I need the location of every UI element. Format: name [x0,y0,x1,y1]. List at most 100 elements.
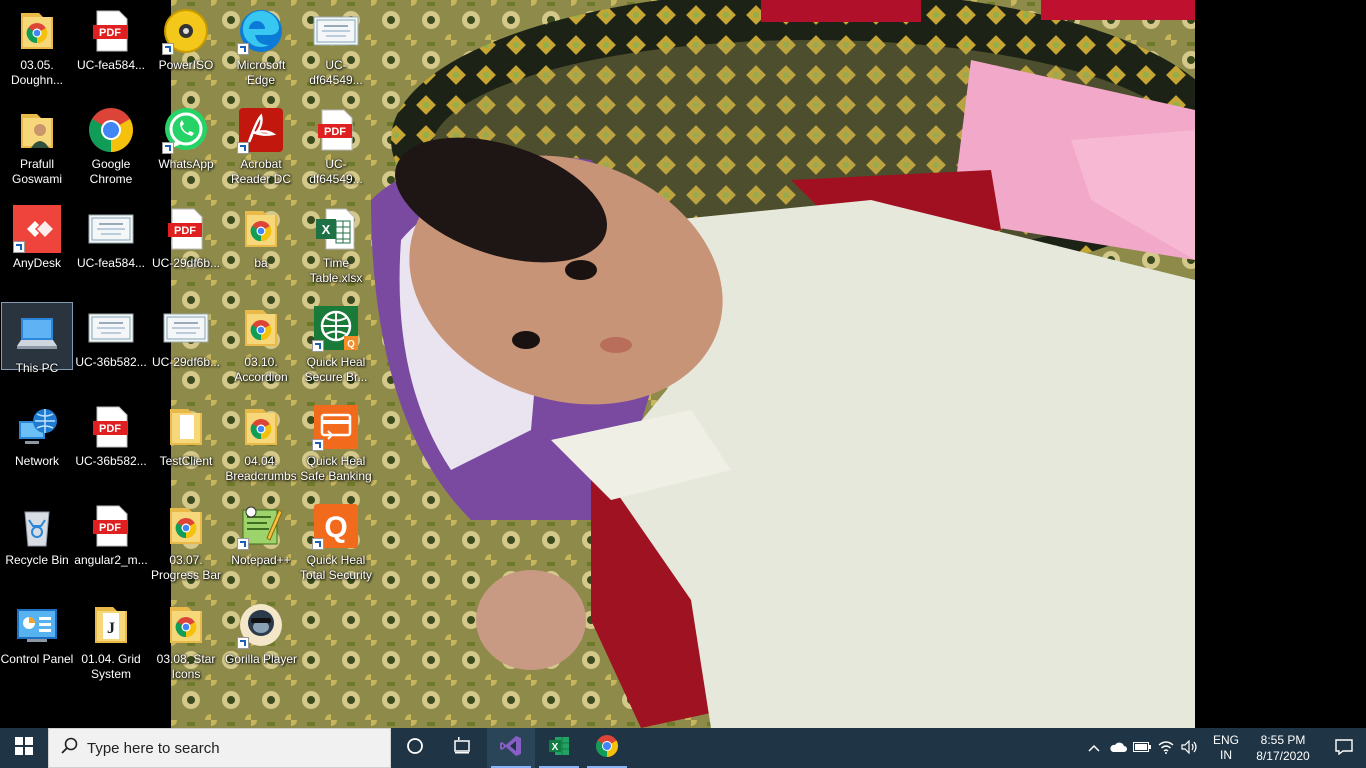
desktop-icon-03-08-star-icons[interactable]: 03.08. Star Icons [149,594,223,686]
desktop-icon-whatsapp[interactable]: WhatsApp [149,99,223,191]
user-folder-icon [13,106,61,154]
chrome-folder-icon [162,601,210,649]
recycle-bin-icon [13,502,61,550]
certificate-icon [87,304,135,352]
desktop-icon-label: angular2_m... [74,553,148,567]
svg-text:PDF: PDF [99,27,121,39]
show-hidden-icons-button[interactable] [1082,728,1106,768]
svg-text:PDF: PDF [99,423,121,435]
pdf-icon: PDF [162,205,210,253]
desktop-icon-quick-heal-secure-browser[interactable]: Q Quick Heal Secure Br... [299,297,373,389]
desktop-icon-label: UC-29df6b... [151,355,221,369]
excel-icon: X [547,734,571,763]
desktop-icon-google-chrome[interactable]: Google Chrome [74,99,148,191]
desktop-icon-control-panel[interactable]: Control Panel [0,594,74,686]
desktop-icon-label: WhatsApp [158,157,214,171]
taskbar-search-box[interactable]: Type here to search [48,728,391,768]
desktop-icon-poweriso[interactable]: PowerISO [149,0,223,92]
shortcut-arrow-icon [13,241,25,253]
svg-text:Q: Q [324,511,347,544]
desktop-icon-uc-df64549-cert[interactable]: UC-df64549... [299,0,373,92]
speaker-icon [1181,739,1199,757]
desktop-icon-03-07-progress-bar[interactable]: 03.07. Progress Bar [149,495,223,587]
chrome-icon [595,734,619,763]
desktop-icon-label: Network [14,454,59,468]
svg-text:X: X [552,742,559,753]
desktop-icon-label: Quick Heal Secure Br... [304,355,368,384]
desktop-icon-label: Notepad++ [231,553,291,567]
desktop-icon-notepadpp[interactable]: Notepad++ [224,495,298,587]
acrobat-icon [237,106,285,154]
desktop-icon-label: TestClient [159,454,213,468]
shortcut-arrow-icon [312,439,324,451]
notification-center-button[interactable] [1322,728,1366,768]
desktop-icon-quick-heal-total-security[interactable]: Q Quick Heal Total Security [299,495,373,587]
svg-text:PDF: PDF [324,126,346,138]
network-icon [13,403,61,451]
desktop-icon-label: 03.08. Star Icons [156,652,216,681]
desktop-icon-area: 03.05. Doughn... Prafull Goswami AnyDesk… [0,0,1366,728]
pdf-icon: PDF [87,7,135,55]
svg-text:X: X [322,222,331,237]
desktop-icon-uc-fea584-pdf[interactable]: PDF UC-fea584... [74,0,148,92]
clock-date: 8/17/2020 [1256,749,1310,763]
system-tray: ENG IN 8:55 PM 8/17/2020 [1082,728,1366,768]
desktop-icon-uc-36b582-cert[interactable]: UC-36b582... [74,297,148,389]
desktop-icon-label: 03.07. Progress Bar [150,553,222,582]
taskbar-app-excel[interactable]: X [535,728,583,768]
taskbar-app-chrome[interactable] [583,728,631,768]
svg-text:PDF: PDF [174,225,196,237]
desktop-icon-04-04-breadcrumbs[interactable]: 04.04. Breadcrumbs [224,396,298,488]
desktop-icon-label: Gorilla Player [224,652,298,666]
taskbar-app-visual-studio[interactable] [487,728,535,768]
wifi-button[interactable] [1154,728,1178,768]
desktop-icon-label: ba [254,256,268,270]
desktop-icon-microsoft-edge[interactable]: Microsoft Edge [224,0,298,92]
chrome-folder-icon [162,502,210,550]
desktop-icon-label: 03.10. Accordion [234,355,288,384]
pdf-icon: PDF [312,106,360,154]
volume-button[interactable] [1178,728,1202,768]
desktop-icon-testclient[interactable]: TestClient [149,396,223,488]
desktop-icon-this-pc[interactable]: This PC [1,302,73,375]
desktop-icon-uc-fea584-cert[interactable]: UC-fea584... [74,198,148,290]
cortana-button[interactable] [391,728,439,768]
shortcut-arrow-icon [237,142,249,154]
start-button[interactable] [0,728,48,768]
desktop-icon-label: UC-29df6b... [151,256,221,270]
desktop-icon-uc-29df6b-pdf[interactable]: PDF UC-29df6b... [149,198,223,290]
desktop-icon-label: Prafull Goswami [11,157,62,186]
shortcut-arrow-icon [237,538,249,550]
desktop-icon-gorilla-player[interactable]: Gorilla Player [224,594,298,686]
desktop-icon-label: UC-df64549... [309,157,363,186]
desktop-icon-label: AnyDesk [12,256,62,270]
battery-button[interactable] [1130,728,1154,768]
desktop-icon-quick-heal-safe-banking[interactable]: Quick Heal Safe Banking [299,396,373,488]
language-indicator[interactable]: ENG IN [1208,733,1244,763]
desktop-icon-time-table-xlsx[interactable]: X Time Table.xlsx [299,198,373,290]
clock[interactable]: 8:55 PM 8/17/2020 [1244,732,1322,764]
certificate-icon [87,205,135,253]
desktop-icon-label: Google Chrome [89,157,133,186]
clock-time: 8:55 PM [1260,733,1306,747]
desktop-icon-uc-36b582-pdf[interactable]: PDF UC-36b582... [74,396,148,488]
desktop-icon-recycle-bin[interactable]: Recycle Bin [0,495,74,587]
desktop-icon-acrobat-reader-dc[interactable]: Acrobat Reader DC [224,99,298,191]
search-placeholder: Type here to search [87,739,220,757]
desktop-icon-anydesk[interactable]: AnyDesk [0,198,74,290]
desktop-icon-network[interactable]: Network [0,396,74,488]
task-view-button[interactable] [439,728,487,768]
shortcut-arrow-icon [237,637,249,649]
shortcut-arrow-icon [312,340,324,352]
desktop-icon-03-05-doughnut[interactable]: 03.05. Doughn... [0,0,74,92]
desktop-icon-uc-df64549-pdf[interactable]: PDF UC-df64549... [299,99,373,191]
desktop-icon-03-10-accordion[interactable]: 03.10. Accordion [224,297,298,389]
desktop-icon-ba[interactable]: ba [224,198,298,290]
onedrive-button[interactable] [1106,728,1130,768]
desktop-icon-uc-29df6b-cert[interactable]: UC-29df6b... [149,297,223,389]
desktop-icon-prafull-goswami[interactable]: Prafull Goswami [0,99,74,191]
chrome-icon [87,106,135,154]
desktop-icon-01-04-grid-system[interactable]: J 01.04. Grid System [74,594,148,686]
desktop-icon-label: Recycle Bin [5,553,69,567]
desktop-icon-angular2-pdf[interactable]: PDF angular2_m... [74,495,148,587]
